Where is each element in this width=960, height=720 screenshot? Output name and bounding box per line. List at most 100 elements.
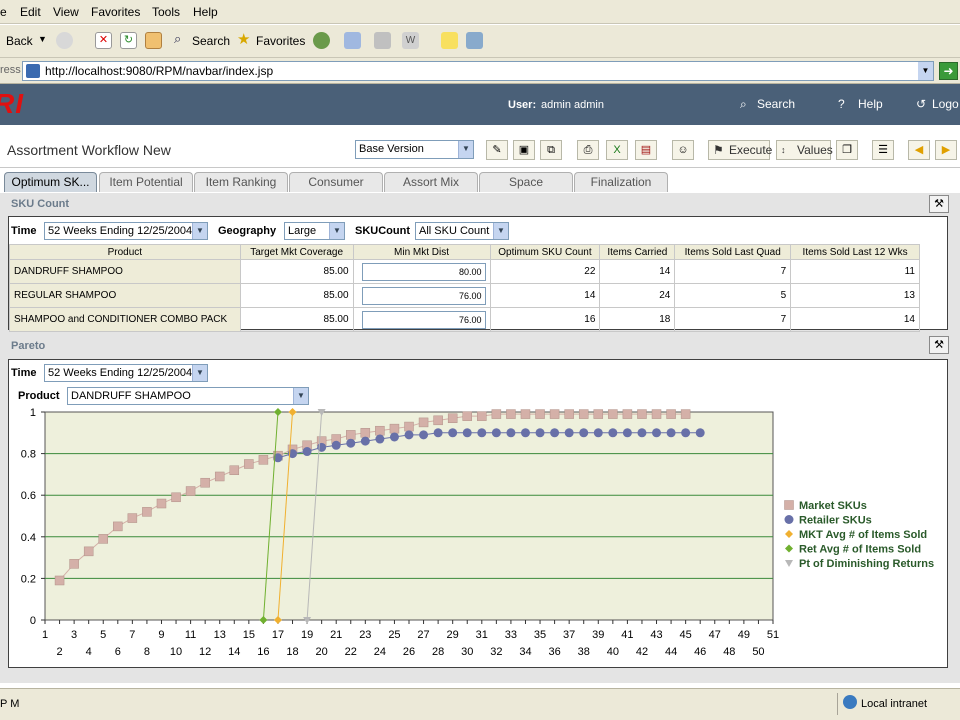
settings-icon[interactable]: ☰ xyxy=(872,140,894,160)
logout-link[interactable]: Logo xyxy=(932,97,959,111)
menu-favorites[interactable]: Favorites xyxy=(91,5,140,19)
menu-help[interactable]: Help xyxy=(193,5,218,19)
items-carried-cell: 24 xyxy=(599,283,676,308)
go-button[interactable]: ➜ xyxy=(939,62,958,80)
data-point xyxy=(622,409,633,419)
home-icon[interactable] xyxy=(145,32,162,49)
edit-icon[interactable]: ✎ xyxy=(486,140,508,160)
refresh-icon[interactable]: ↻ xyxy=(120,32,137,49)
data-point xyxy=(419,430,429,440)
x-tick-label: 22 xyxy=(345,646,357,658)
col-product: Product xyxy=(9,244,241,260)
help-link[interactable]: Help xyxy=(858,97,883,111)
discuss-icon[interactable] xyxy=(441,32,458,49)
mail-icon[interactable] xyxy=(344,32,361,49)
tab-assort-mix[interactable]: Assort Mix xyxy=(384,172,478,192)
data-point xyxy=(447,413,458,423)
data-point xyxy=(404,421,414,432)
favorites-button[interactable]: Favorites xyxy=(256,34,305,48)
data-point xyxy=(113,521,123,532)
stop-icon[interactable]: ✕ xyxy=(95,32,112,49)
address-input[interactable]: http://localhost:9080/RPM/navbar/index.j… xyxy=(22,61,934,81)
data-point xyxy=(506,409,516,419)
logout-icon[interactable]: ↺ xyxy=(916,97,926,111)
menu-tools[interactable]: Tools xyxy=(152,5,180,19)
print-report-icon[interactable]: ⎙ xyxy=(577,140,599,160)
version-select[interactable]: Base Version ▼ xyxy=(355,140,474,159)
values-button[interactable]: ↕ Values xyxy=(776,140,833,160)
geography-value: Large xyxy=(288,225,317,237)
tools-icon[interactable]: ⚒ xyxy=(929,195,949,213)
data-point xyxy=(695,428,705,438)
export-icon[interactable]: ▤ xyxy=(635,140,657,160)
tab-finalization[interactable]: Finalization xyxy=(574,172,668,192)
favorites-star-icon[interactable]: ★ xyxy=(237,30,250,48)
x-tick-label: 8 xyxy=(144,646,150,658)
sold-12wks-cell: 11 xyxy=(790,259,920,284)
x-tick-label: 32 xyxy=(490,646,502,658)
min-dist-input[interactable]: 76.00 xyxy=(361,310,486,329)
copy-icon[interactable]: ⧉ xyxy=(540,140,562,160)
tab-space[interactable]: Space xyxy=(479,172,573,192)
page-title: Assortment Workflow New xyxy=(7,142,171,158)
target-coverage-cell: 85.00 xyxy=(239,259,354,284)
tools-icon[interactable]: ⚒ xyxy=(929,336,949,354)
print-icon[interactable] xyxy=(374,32,391,49)
header-search-link[interactable]: Search xyxy=(757,97,795,111)
app-header: RI User: admin admin ⌕ Search ? Help ↺ L… xyxy=(0,84,960,125)
x-tick-label: 35 xyxy=(534,629,546,641)
status-text: P M xyxy=(0,698,20,710)
items-carried-cell: 18 xyxy=(599,307,676,332)
min-dist-input[interactable]: 76.00 xyxy=(361,286,486,305)
help-icon[interactable]: ? xyxy=(838,97,845,111)
next-arrow-icon[interactable]: ▶ xyxy=(935,140,957,160)
data-point xyxy=(404,430,414,440)
data-point xyxy=(535,428,545,438)
data-point xyxy=(520,428,530,438)
pareto-heading: Pareto xyxy=(11,340,46,352)
search-button[interactable]: Search xyxy=(192,34,230,48)
messenger-icon[interactable] xyxy=(466,32,483,49)
tab-item-ranking[interactable]: Item Ranking xyxy=(194,172,288,192)
x-tick-label: 15 xyxy=(243,629,255,641)
user-name: admin admin xyxy=(541,99,604,111)
data-point xyxy=(579,428,589,438)
skucount-value: All SKU Count xyxy=(419,225,490,237)
y-tick-label: 0.2 xyxy=(21,573,36,585)
header-search-icon[interactable]: ⌕ xyxy=(740,97,747,112)
x-tick-label: 45 xyxy=(680,629,692,641)
execute-button[interactable]: ⚑ Execute xyxy=(708,140,772,160)
back-button[interactable]: Back xyxy=(6,34,33,48)
menu-view[interactable]: View xyxy=(53,5,79,19)
min-dist-input[interactable]: 80.00 xyxy=(361,262,486,281)
x-tick-label: 48 xyxy=(723,646,735,658)
x-tick-label: 3 xyxy=(71,629,77,641)
forward-icon[interactable] xyxy=(56,32,73,49)
edit-word-icon[interactable]: W xyxy=(402,32,419,49)
tab-consumer[interactable]: Consumer xyxy=(289,172,383,192)
back-dropdown-icon[interactable]: ▼ xyxy=(38,34,47,44)
window-icon[interactable]: ❐ xyxy=(836,140,858,160)
save-icon[interactable]: ▣ xyxy=(513,140,535,160)
prev-arrow-icon[interactable]: ◀ xyxy=(908,140,930,160)
search-icon[interactable]: ⌕ xyxy=(174,31,181,47)
time-select[interactable]: 52 Weeks Ending 12/25/2004 ▼ xyxy=(44,222,208,240)
legend-marker xyxy=(785,560,793,567)
menu-edit[interactable]: Edit xyxy=(20,5,41,19)
geography-select[interactable]: Large ▼ xyxy=(284,222,345,240)
product-cell: SHAMPOO and CONDITIONER COMBO PACK xyxy=(9,307,241,332)
data-point xyxy=(520,409,531,419)
skucount-select[interactable]: All SKU Count ▼ xyxy=(415,222,509,240)
excel-icon[interactable]: X xyxy=(606,140,628,160)
x-tick-label: 42 xyxy=(636,646,648,658)
x-tick-label: 23 xyxy=(359,629,371,641)
tab-item-potential[interactable]: Item Potential xyxy=(99,172,193,192)
address-dropdown-icon[interactable]: ▼ xyxy=(918,62,933,80)
x-tick-label: 41 xyxy=(621,629,633,641)
menu-file[interactable]: e xyxy=(0,5,7,19)
x-tick-label: 18 xyxy=(286,646,298,658)
user-icon[interactable]: ☺ xyxy=(672,140,694,160)
x-tick-label: 1 xyxy=(42,629,48,641)
history-icon[interactable] xyxy=(313,32,330,49)
tab-optimum-sku[interactable]: Optimum SK... xyxy=(4,172,97,192)
